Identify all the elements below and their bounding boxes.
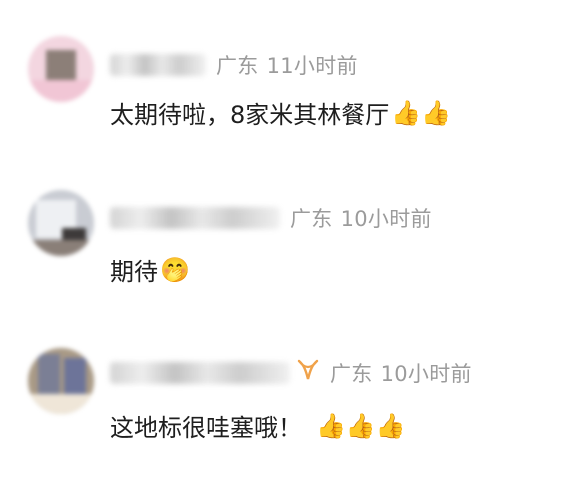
username-blurred[interactable] <box>110 54 206 76</box>
comment-text-row: 太期待啦，8家米其林餐厅 👍👍 <box>110 95 451 130</box>
comment-meta: 广东 10小时前 <box>110 358 472 388</box>
comment-location: 广东 <box>330 362 373 386</box>
vip-ribbon-icon <box>297 359 319 380</box>
comment-time: 10小时前 <box>340 207 432 231</box>
comment-text: 太期待啦，8家米其林餐厅 <box>110 101 390 129</box>
thumbs-up-icon: 👍👍 <box>391 98 452 127</box>
thumbs-up-icon: 👍👍👍 <box>316 411 406 440</box>
avatar[interactable] <box>28 190 94 256</box>
comment-time: 10小时前 <box>380 362 472 386</box>
comment-text-row: 这地标很哇塞哦！ 👍👍👍 <box>110 408 406 443</box>
comment-time: 11小时前 <box>266 54 358 78</box>
username-blurred[interactable] <box>110 362 290 384</box>
comment-meta: 广东 11小时前 <box>110 50 358 80</box>
comment-text-row: 期待 🤭 <box>110 252 190 287</box>
comment-location: 广东 <box>216 54 259 78</box>
avatar[interactable] <box>28 348 94 414</box>
comment-text: 期待 <box>110 258 158 286</box>
username-blurred[interactable] <box>110 207 280 229</box>
face-with-hand-over-mouth-icon: 🤭 <box>160 255 190 284</box>
comment-location: 广东 <box>290 207 333 231</box>
avatar[interactable] <box>28 36 94 102</box>
comment-meta: 广东 10小时前 <box>110 203 432 233</box>
vip-ribbon-icon <box>296 359 320 387</box>
comment-text: 这地标很哇塞哦！ <box>110 414 302 442</box>
